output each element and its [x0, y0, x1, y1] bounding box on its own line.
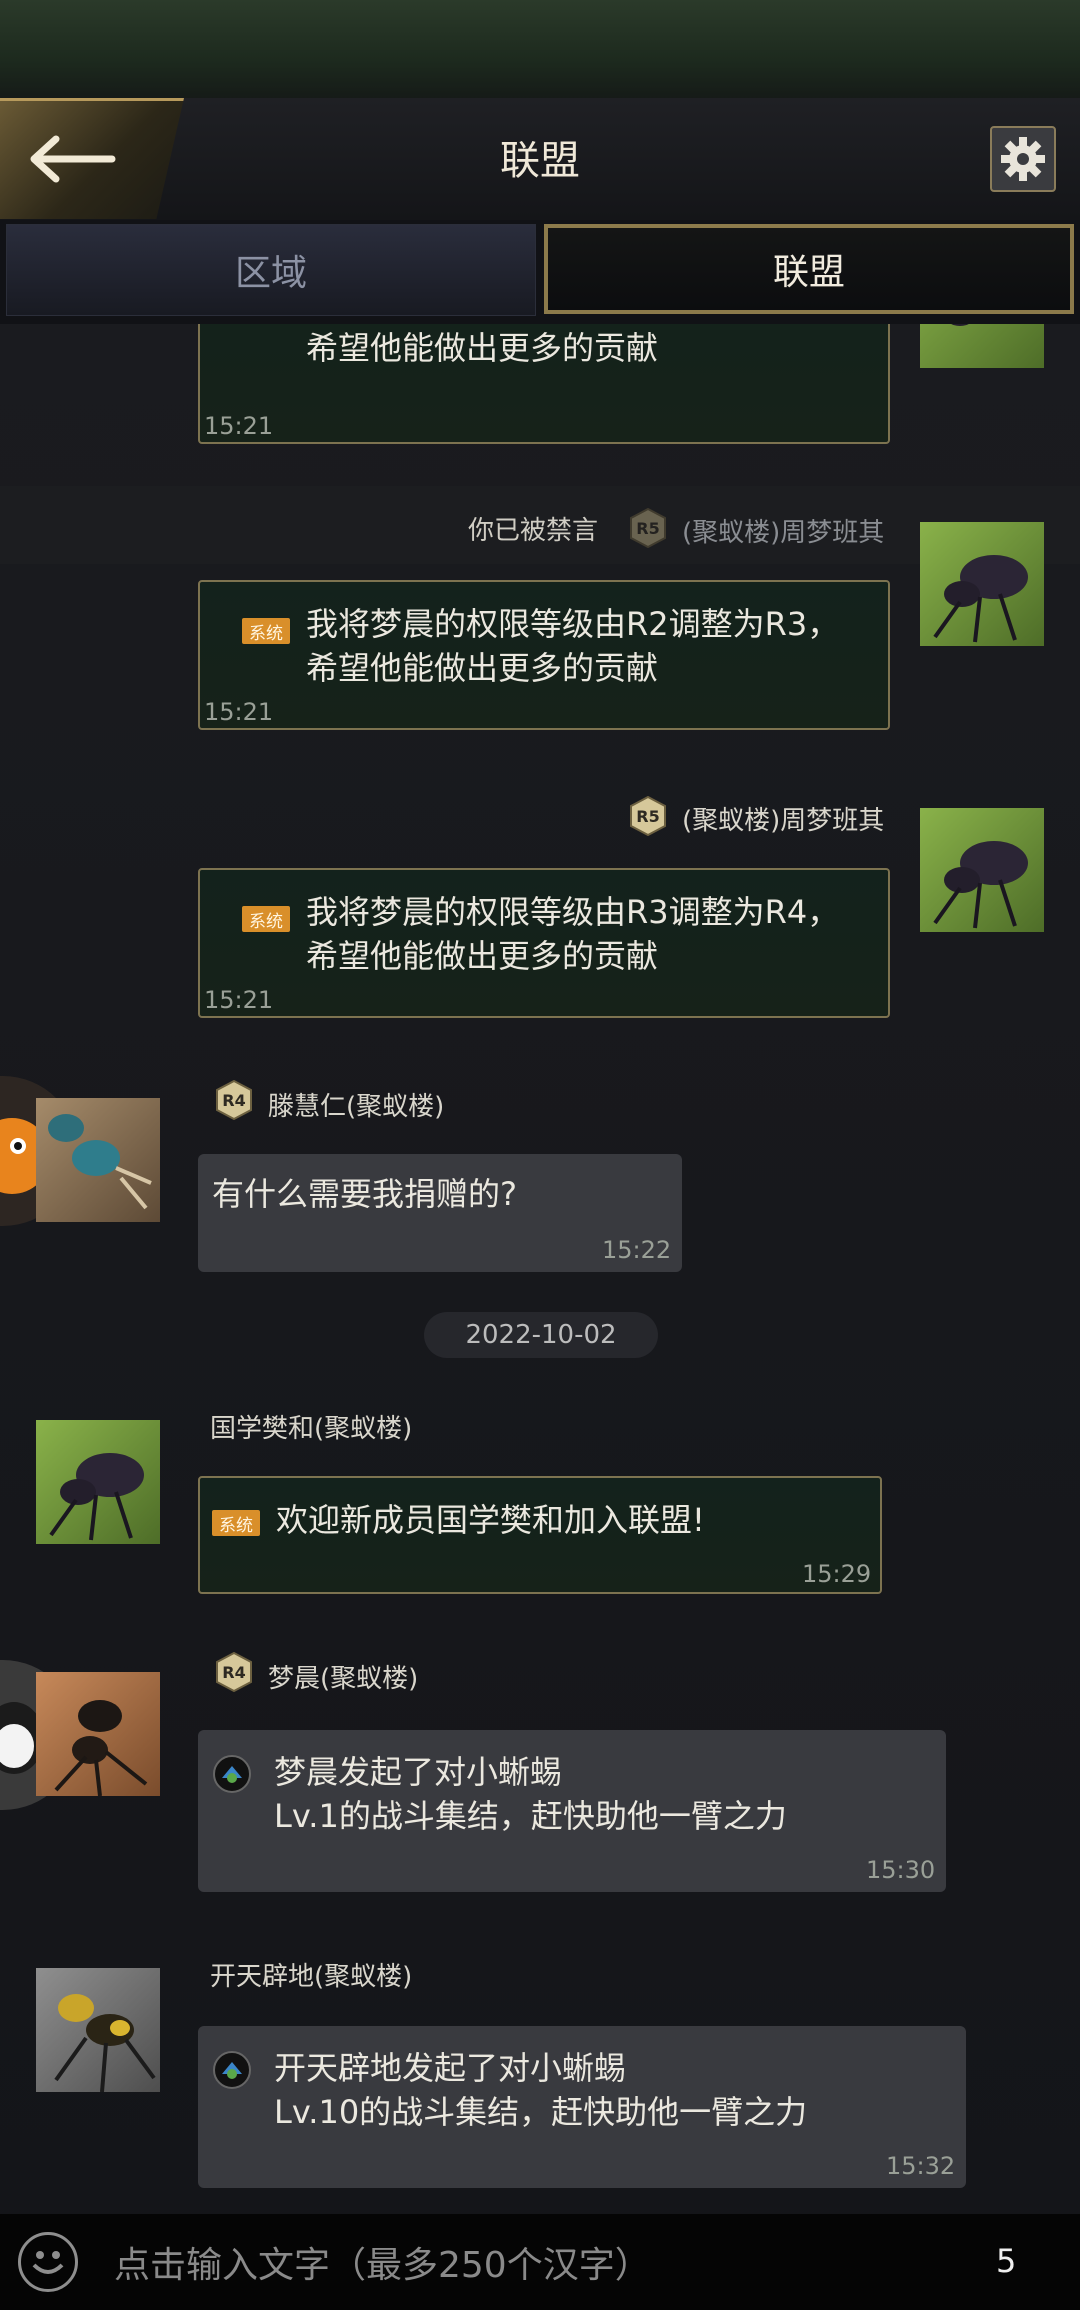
rally-message-bubble[interactable]: 梦晨发起了对小蜥蜴 Lv.1的战斗集结，赶快助他一臂之力 15:30 [198, 1730, 946, 1892]
message-time: 15:22 [602, 1236, 672, 1264]
rank-badge: R5 [628, 508, 668, 548]
avatar[interactable] [36, 1420, 160, 1544]
emoji-icon [32, 2251, 64, 2274]
header-bar: 联盟 [0, 98, 1080, 222]
message-text: 我将梦晨的权限等级由R3调整为R4， 希望他能做出更多的贡献 [306, 893, 840, 975]
rally-icon [213, 1755, 251, 1793]
top-background [0, 0, 1080, 100]
muted-notice: 你已被禁言 [468, 516, 599, 546]
sender-name: 开天辟地(聚蚁楼) [210, 1962, 413, 1992]
message-text: 欢迎新成员国学樊和加入联盟! [276, 1501, 705, 1539]
message-text: 开天辟地发起了对小蜥蜴 Lv.10的战斗集结，赶快助他一臂之力 [274, 2049, 808, 2131]
chat-message-list[interactable]: 系统 我将梦晨的权限等级由R1调整为R2， 希望他能做出更多的贡献 15:21 … [0, 324, 1080, 2214]
message-count-badge: 5 [996, 2242, 1017, 2280]
rank-badge: R4 [214, 1080, 254, 1120]
sender-name: 国学樊和(聚蚁楼) [210, 1414, 413, 1444]
message-time: 15:29 [802, 1560, 872, 1588]
chat-bubble: 有什么需要我捐赠的? 15:22 [198, 1154, 682, 1272]
chat-input-bar: 点击输入文字（最多250个汉字） 5 [0, 2214, 1080, 2310]
rank-badge: R4 [214, 1652, 254, 1692]
message-text: 有什么需要我捐赠的? [212, 1175, 517, 1213]
emoji-button[interactable] [18, 2232, 78, 2292]
system-message-bubble: 系统 我将梦晨的权限等级由R2调整为R3， 希望他能做出更多的贡献 15:21 [198, 580, 890, 730]
chat-input[interactable]: 点击输入文字（最多250个汉字） [114, 2236, 651, 2288]
message-text: 我将梦晨的权限等级由R1调整为R2， 希望他能做出更多的贡献 [306, 329, 659, 367]
sender-name: (聚蚁楼)周梦班其 [682, 518, 885, 548]
date-separator: 2022-10-02 [424, 1312, 658, 1358]
settings-button[interactable] [990, 126, 1056, 192]
sender-name: 梦晨(聚蚁楼) [268, 1664, 419, 1694]
system-message-bubble: 系统 欢迎新成员国学樊和加入联盟! 15:29 [198, 1476, 882, 1594]
sender-name: (聚蚁楼)周梦班其 [682, 806, 885, 836]
message-time: 15:32 [886, 2152, 956, 2180]
avatar[interactable] [920, 324, 1044, 368]
system-tag: 系统 [212, 1510, 260, 1536]
rally-icon [213, 2051, 251, 2089]
gear-icon [1001, 137, 1045, 181]
sender-name: 滕慧仁(聚蚁楼) [268, 1092, 445, 1122]
avatar[interactable] [36, 1968, 160, 2092]
page-title: 联盟 [500, 138, 580, 184]
tab-alliance[interactable]: 联盟 [544, 224, 1074, 314]
system-tag: 系统 [242, 906, 290, 932]
avatar[interactable] [920, 808, 1044, 932]
avatar[interactable] [36, 1098, 160, 1222]
system-message-bubble: 系统 我将梦晨的权限等级由R3调整为R4， 希望他能做出更多的贡献 15:21 [198, 868, 890, 1018]
avatar[interactable] [920, 522, 1044, 646]
message-text: 我将梦晨的权限等级由R2调整为R3， 希望他能做出更多的贡献 [306, 605, 840, 687]
message-time: 15:21 [204, 698, 274, 726]
tab-bar: 区域 联盟 [0, 220, 1080, 324]
message-text: 梦晨发起了对小蜥蜴 Lv.1的战斗集结，赶快助他一臂之力 [274, 1753, 787, 1835]
message-time: 15:21 [204, 412, 274, 440]
system-message-bubble: 系统 我将梦晨的权限等级由R1调整为R2， 希望他能做出更多的贡献 15:21 [198, 324, 890, 444]
message-time: 15:30 [866, 1856, 936, 1884]
rank-badge: R5 [628, 796, 668, 836]
tab-region[interactable]: 区域 [6, 224, 536, 316]
system-tag: 系统 [242, 618, 290, 644]
message-time: 15:21 [204, 986, 274, 1014]
rally-message-bubble[interactable]: 开天辟地发起了对小蜥蜴 Lv.10的战斗集结，赶快助他一臂之力 15:32 [198, 2026, 966, 2188]
avatar[interactable] [36, 1672, 160, 1796]
